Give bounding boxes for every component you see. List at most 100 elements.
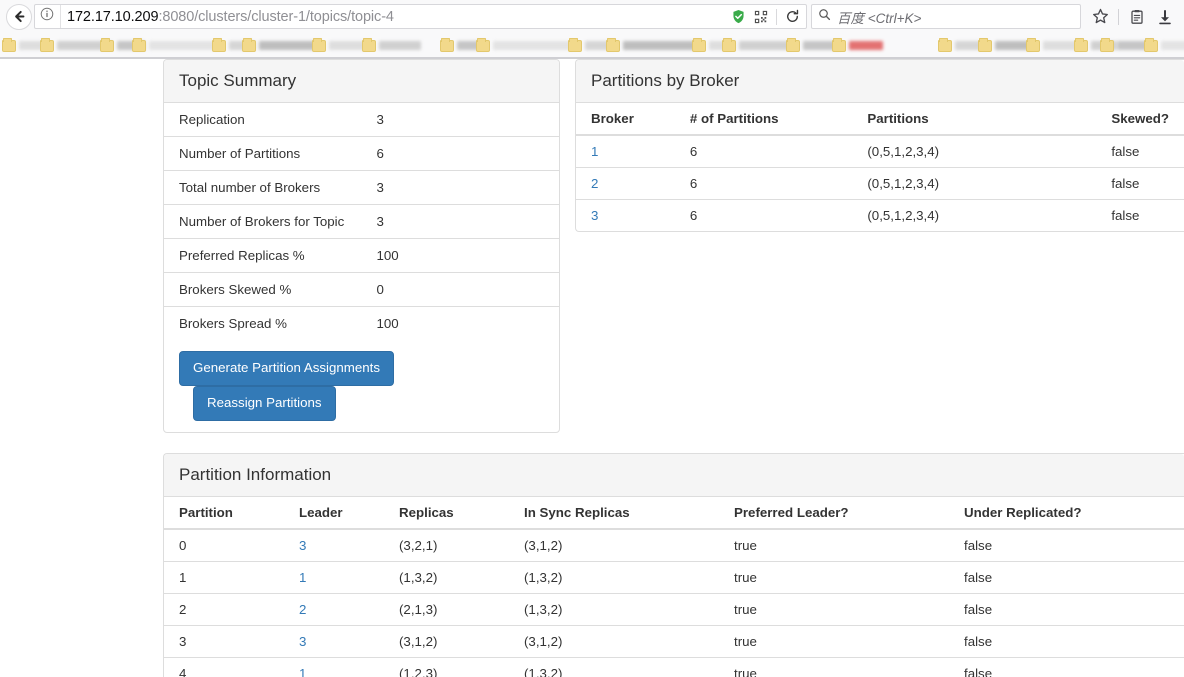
site-identity-box[interactable]	[35, 5, 61, 28]
table-row: Number of Brokers for Topic 3	[164, 204, 559, 239]
folder-icon	[1100, 37, 1114, 52]
bookmark-item[interactable]	[722, 33, 794, 57]
folder-icon	[242, 37, 256, 52]
browser-toolbar-right	[1087, 4, 1178, 30]
reload-icon[interactable]	[782, 7, 802, 27]
broker-link[interactable]: 3	[591, 208, 598, 223]
bookmark-label-redacted	[379, 41, 421, 50]
folder-icon	[786, 37, 800, 52]
search-input-placeholder[interactable]: 百度 <Ctrl+K>	[837, 7, 921, 27]
table-header-row: Broker # of Partitions Partitions Skewed?	[576, 103, 1184, 137]
bookmarks-bar[interactable]	[0, 33, 1184, 58]
leader-link[interactable]: 3	[299, 634, 306, 649]
table-row: 3 3 (3,1,2) (3,1,2) true false	[164, 624, 1184, 658]
leader-link[interactable]: 3	[299, 538, 306, 553]
replicas-cell: (1,3,2)	[384, 560, 509, 594]
toolbar-divider	[776, 8, 777, 25]
star-icon[interactable]	[1087, 4, 1113, 30]
bookmark-item[interactable]	[362, 33, 421, 57]
table-row: Brokers Skewed % 0	[164, 272, 559, 307]
partition-cell: 4	[164, 656, 284, 677]
folder-icon	[132, 37, 146, 52]
bookmark-label-redacted	[493, 41, 575, 50]
kafka-manager-content: Topic Summary Replication 3 Number of Part…	[163, 59, 1184, 677]
bookmark-item[interactable]	[978, 33, 1033, 57]
download-arrow-icon[interactable]	[1152, 4, 1178, 30]
folder-icon	[212, 37, 226, 52]
summary-label: Total number of Brokers	[164, 170, 362, 205]
summary-label: Preferred Replicas %	[164, 238, 362, 273]
folder-icon	[692, 37, 706, 52]
bookmark-item[interactable]	[132, 33, 219, 57]
table-row: 1 6 (0,5,1,2,3,4) false	[576, 134, 1184, 168]
folder-icon	[312, 37, 326, 52]
partition-count-cell: 6	[674, 134, 853, 168]
summary-value: 6	[361, 136, 559, 171]
partition-count-cell: 6	[674, 199, 853, 232]
summary-label: Number of Partitions	[164, 136, 362, 171]
folder-icon	[2, 37, 16, 52]
summary-value: 100	[361, 238, 559, 273]
under-replicated-cell: false	[949, 560, 1184, 594]
column-header: Skewed?	[1096, 103, 1184, 137]
toolbar-divider	[1118, 8, 1119, 25]
broker-cell: 3	[576, 199, 675, 232]
partition-cell: 3	[164, 624, 284, 658]
generate-partition-assignments-button[interactable]: Generate Partition Assignments	[179, 351, 394, 386]
broker-cell: 2	[576, 167, 675, 200]
bookmark-item[interactable]	[312, 33, 369, 57]
leader-link[interactable]: 1	[299, 666, 306, 677]
search-bar[interactable]: 百度 <Ctrl+K>	[811, 4, 1081, 29]
library-clipboard-icon[interactable]	[1124, 4, 1150, 30]
bookmark-item[interactable]	[242, 33, 321, 57]
partition-cell: 1	[164, 560, 284, 594]
top-row: Topic Summary Replication 3 Number of Part…	[163, 59, 1184, 453]
leader-link[interactable]: 1	[299, 570, 306, 585]
summary-value: 100	[361, 306, 559, 341]
bookmark-label-redacted	[1161, 41, 1184, 50]
table-row: Total number of Brokers 3	[164, 170, 559, 205]
bookmark-item[interactable]	[832, 33, 883, 57]
url-bar-icons	[728, 7, 806, 27]
table-row: Replication 3	[164, 103, 559, 137]
folder-icon	[440, 37, 454, 52]
broker-link[interactable]: 1	[591, 144, 598, 159]
summary-value: 3	[361, 170, 559, 205]
partitions-list-cell: (0,5,1,2,3,4)	[852, 199, 1097, 232]
partitions-by-broker-column: Partitions by Broker Broker # of Partitio…	[575, 59, 1184, 453]
table-row: 4 1 (1,2,3) (1,3,2) true false	[164, 656, 1184, 677]
panel-title: Partition Information	[179, 464, 332, 484]
reassign-partitions-button[interactable]: Reassign Partitions	[193, 385, 336, 421]
replicas-cell: (2,1,3)	[384, 592, 509, 626]
topic-summary-panel: Topic Summary Replication 3 Number of Part…	[163, 59, 560, 433]
column-header: Broker	[576, 103, 675, 137]
column-header: Partition	[164, 496, 284, 530]
shield-check-icon[interactable]	[728, 7, 748, 27]
url-text[interactable]: 172.17.10.209:8080/clusters/cluster-1/to…	[61, 9, 728, 25]
broker-link[interactable]: 2	[591, 176, 598, 191]
folder-icon	[722, 37, 736, 52]
back-arrow-icon[interactable]	[6, 3, 32, 30]
browser-navigation-toolbar: 172.17.10.209:8080/clusters/cluster-1/to…	[0, 0, 1184, 33]
column-header: Partitions	[852, 103, 1097, 137]
table-header-row: Partition Leader Replicas In Sync Replicas P…	[164, 496, 1184, 530]
partitions-by-broker-heading: Partitions by Broker	[576, 60, 1184, 104]
folder-icon	[606, 37, 620, 52]
bookmark-item[interactable]	[606, 33, 701, 57]
broker-cell: 1	[576, 134, 675, 168]
folder-icon	[832, 37, 846, 52]
info-circle-icon	[40, 7, 54, 26]
partition-information-heading: Partition Information	[164, 453, 1184, 497]
column-header: Preferred Leader?	[719, 496, 949, 530]
leader-link[interactable]: 2	[299, 602, 306, 617]
bookmark-item[interactable]	[1144, 33, 1184, 57]
summary-value: 0	[361, 272, 559, 307]
url-bar[interactable]: 172.17.10.209:8080/clusters/cluster-1/to…	[34, 4, 807, 29]
bookmark-item[interactable]	[476, 33, 575, 57]
partition-cell: 0	[164, 528, 284, 562]
partitions-list-cell: (0,5,1,2,3,4)	[852, 167, 1097, 200]
qr-code-icon[interactable]	[751, 7, 771, 27]
under-replicated-cell: false	[949, 592, 1184, 626]
column-header: # of Partitions	[674, 103, 853, 137]
in-sync-replicas-cell: (1,3,2)	[509, 656, 719, 677]
